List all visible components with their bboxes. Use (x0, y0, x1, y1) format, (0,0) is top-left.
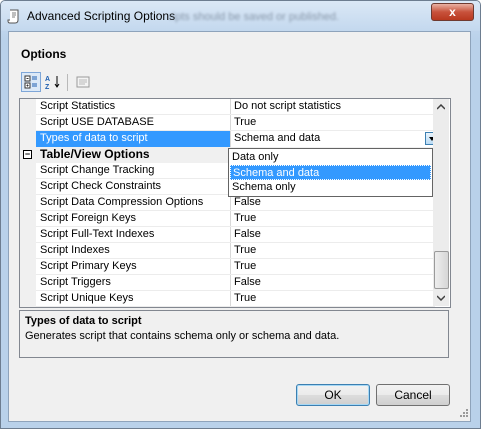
property-row[interactable]: Script Data Compression Options False (20, 195, 435, 211)
dropdown-option[interactable]: Data only (230, 150, 431, 165)
property-name: Script Full-Text Indexes (40, 228, 155, 240)
collapse-icon[interactable]: − (23, 150, 32, 159)
property-name: Script USE DATABASE (40, 116, 154, 128)
property-row[interactable]: Script Indexes True (20, 243, 435, 259)
property-name: Script Indexes (40, 244, 110, 256)
options-heading: Options (21, 47, 67, 61)
property-value[interactable]: Do not script statistics (234, 100, 341, 112)
property-name: Script Statistics (40, 100, 116, 112)
resize-grip-icon[interactable] (459, 408, 469, 418)
property-row-selected[interactable]: Types of data to script Schema and data (20, 131, 439, 147)
ok-button[interactable]: OK (296, 384, 370, 406)
property-value[interactable]: True (234, 116, 256, 128)
property-value[interactable]: True (234, 212, 256, 224)
property-row[interactable]: Script USE DATABASE True (20, 115, 435, 131)
property-grid-toolbar: A Z (19, 72, 139, 96)
close-icon: x (449, 5, 456, 19)
scrollbar-thumb[interactable] (434, 251, 449, 289)
cancel-button[interactable]: Cancel (376, 384, 450, 406)
title-bar[interactable]: Advanced Scripting Options ripts should … (1, 1, 480, 31)
category-name: Table/View Options (40, 147, 150, 161)
dialog-client-area: Options A Z Script Statistics Do not scr… (8, 31, 471, 422)
types-of-data-dropdown-list[interactable]: Data only Schema and data Schema only (228, 148, 433, 197)
property-value[interactable]: False (234, 228, 261, 240)
property-name: Script Triggers (40, 276, 111, 288)
dropdown-option[interactable]: Schema only (230, 180, 431, 195)
property-row[interactable]: Script Unique Keys True (20, 291, 435, 307)
property-grid: Script Statistics Do not script statisti… (19, 98, 451, 308)
alphabetical-sort-icon: A Z (45, 76, 60, 90)
property-value[interactable]: True (234, 260, 256, 272)
script-wizard-icon (7, 9, 19, 24)
description-panel: Types of data to script Generates script… (19, 310, 449, 358)
svg-text:A: A (45, 76, 50, 83)
property-name: Script Unique Keys (40, 292, 134, 304)
property-row[interactable]: Script Foreign Keys True (20, 211, 435, 227)
property-row[interactable]: Script Primary Keys True (20, 259, 435, 275)
property-row[interactable]: Script Triggers False (20, 275, 435, 291)
close-button[interactable]: x (431, 3, 474, 21)
scroll-down-icon (437, 295, 445, 301)
property-value[interactable]: True (234, 244, 256, 256)
dialog-window: Advanced Scripting Options ripts should … (0, 0, 481, 429)
property-name: Script Foreign Keys (40, 212, 136, 224)
toolbar-separator (67, 74, 68, 91)
property-name: Script Data Compression Options (40, 196, 204, 208)
types-of-data-combo[interactable]: Schema and data (234, 132, 320, 144)
background-window-text: ripts should be saved or published. (169, 11, 339, 23)
property-value[interactable]: False (234, 276, 261, 288)
property-name: Script Change Tracking (40, 164, 155, 176)
vertical-scrollbar[interactable] (433, 99, 449, 306)
property-name: Script Primary Keys (40, 260, 137, 272)
property-value[interactable]: False (234, 196, 261, 208)
scroll-down-button[interactable] (433, 290, 449, 306)
property-value[interactable]: True (234, 292, 256, 304)
scroll-up-button[interactable] (433, 99, 449, 115)
property-name: Script Check Constraints (40, 180, 162, 192)
alphabetical-button[interactable]: A Z (43, 72, 63, 92)
categorized-view-icon (24, 75, 37, 89)
window-title: Advanced Scripting Options (27, 9, 176, 23)
description-text: Generates script that contains schema on… (25, 330, 340, 342)
property-name: Types of data to script (40, 132, 148, 144)
property-pages-button[interactable] (73, 72, 93, 92)
description-title: Types of data to script (25, 315, 142, 327)
svg-text:Z: Z (45, 84, 50, 90)
scroll-up-icon (437, 104, 445, 110)
dropdown-option-highlighted[interactable]: Schema and data (230, 165, 431, 180)
property-row[interactable]: Script Full-Text Indexes False (20, 227, 435, 243)
property-row[interactable]: Script Statistics Do not script statisti… (20, 99, 435, 115)
categorized-button[interactable] (21, 72, 41, 92)
property-pages-icon (76, 76, 90, 88)
